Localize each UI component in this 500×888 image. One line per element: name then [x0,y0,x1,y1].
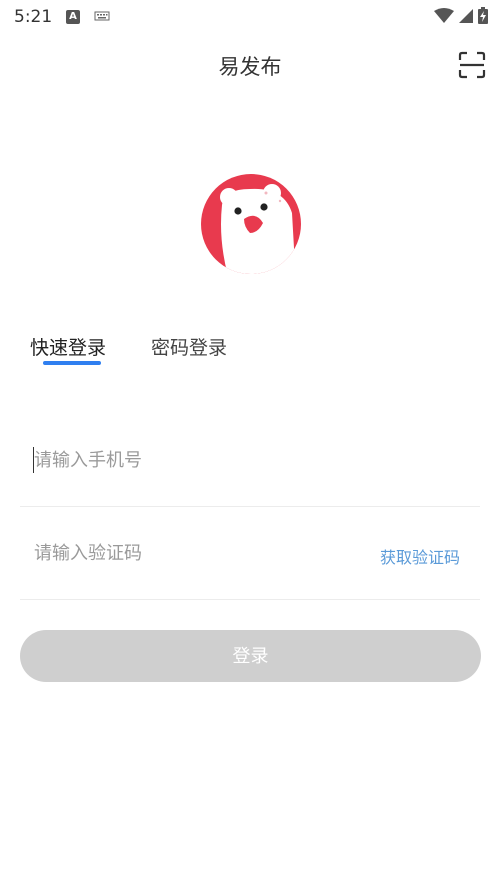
verification-code-input[interactable] [34,539,334,567]
page-title: 易发布 [218,55,282,79]
status-time: 5:21 [14,7,53,27]
phone-field [20,414,480,507]
status-bar: 5:21 A [0,0,500,34]
wifi-icon [434,7,454,23]
scan-icon[interactable] [458,51,486,79]
login-button[interactable]: 登录 [20,630,481,682]
keyboard-icon [94,11,110,21]
text-cursor [33,447,34,473]
tab-password-login[interactable]: 密码登录 [151,333,227,360]
phone-input[interactable] [34,446,334,474]
app-logo [200,173,302,275]
active-tab-indicator [43,361,101,365]
signal-icon [459,8,473,23]
tab-quick-login[interactable]: 快速登录 [30,333,106,360]
get-code-button[interactable]: 获取验证码 [380,544,460,568]
bear-logo-icon [201,174,301,274]
a-notification-icon: A [66,10,80,24]
code-field: 获取验证码 [20,507,480,600]
header: 易发布 [0,34,500,96]
battery-icon [478,7,488,24]
